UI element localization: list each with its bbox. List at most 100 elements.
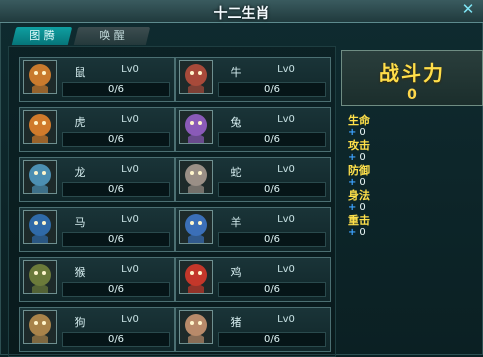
window-title: 十二生肖 bbox=[213, 6, 270, 22]
stat-item: 生命 +0 bbox=[348, 114, 468, 139]
zodiac-name: 羊 bbox=[230, 216, 242, 229]
progress-text: 0/6 bbox=[263, 84, 281, 95]
close-icon[interactable]: ✕ bbox=[461, 2, 475, 17]
progress-bar: 0/6 bbox=[62, 182, 170, 197]
zodiac-name: 龙 bbox=[74, 166, 86, 179]
stat-value-row: +0 bbox=[348, 227, 468, 239]
zodiac-level: Lv0 bbox=[277, 314, 295, 325]
zodiac-card[interactable]: 羊 Lv0 0/6 bbox=[175, 207, 331, 252]
progress-bar: 0/6 bbox=[218, 132, 326, 147]
zodiac-name: 兔 bbox=[230, 116, 242, 129]
zodiac-level: Lv0 bbox=[121, 264, 139, 275]
stat-value: 0 bbox=[359, 202, 366, 213]
zodiac-level: Lv0 bbox=[277, 164, 295, 175]
rooster-portrait-icon bbox=[179, 260, 213, 294]
zodiac-card[interactable]: 狗 Lv0 0/6 bbox=[19, 307, 175, 352]
tab-awaken[interactable]: 唤 醒 bbox=[73, 27, 151, 45]
zodiac-window: 十二生肖 ✕ 图 腾 唤 醒 鼠 Lv0 0/6 牛 Lv0 0/6 虎 Lv0 0/6 兔 Lv0… bbox=[0, 0, 483, 357]
progress-text: 0/6 bbox=[263, 284, 281, 295]
zodiac-card[interactable]: 鼠 Lv0 0/6 bbox=[19, 57, 175, 102]
zodiac-level: Lv0 bbox=[277, 114, 295, 125]
stat-value: 0 bbox=[359, 152, 366, 163]
progress-bar: 0/6 bbox=[218, 182, 326, 197]
progress-bar: 0/6 bbox=[218, 82, 326, 97]
stat-item: 防御 +0 bbox=[348, 164, 468, 189]
zodiac-level: Lv0 bbox=[277, 214, 295, 225]
zodiac-card[interactable]: 龙 Lv0 0/6 bbox=[19, 157, 175, 202]
dragon-portrait-icon bbox=[23, 160, 57, 194]
combat-power-label: 战斗力 bbox=[379, 61, 445, 85]
stat-list: 生命 +0 攻击 +0 防御 +0 身法 +0 重击 +0 bbox=[348, 114, 468, 239]
ox-portrait-icon bbox=[179, 60, 213, 94]
stat-item: 重击 +0 bbox=[348, 214, 468, 239]
stats-panel: 战斗力 0 生命 +0 攻击 +0 防御 +0 身法 +0 重击 +0 bbox=[341, 46, 483, 355]
rat-portrait-icon bbox=[23, 60, 57, 94]
stat-label: 重击 bbox=[348, 214, 370, 227]
zodiac-name: 虎 bbox=[74, 116, 86, 129]
zodiac-name: 马 bbox=[74, 216, 86, 229]
progress-text: 0/6 bbox=[107, 84, 125, 95]
snake-portrait-icon bbox=[179, 160, 213, 194]
sheep-portrait-icon bbox=[179, 210, 213, 244]
zodiac-card[interactable]: 蛇 Lv0 0/6 bbox=[175, 157, 331, 202]
zodiac-card[interactable]: 鸡 Lv0 0/6 bbox=[175, 257, 331, 302]
zodiac-card[interactable]: 牛 Lv0 0/6 bbox=[175, 57, 331, 102]
progress-text: 0/6 bbox=[107, 134, 125, 145]
zodiac-grid: 鼠 Lv0 0/6 牛 Lv0 0/6 虎 Lv0 0/6 兔 Lv0 0/6 龙 Lv0 0/6 蛇 Lv0 0… bbox=[8, 46, 336, 357]
title-bar: 十二生肖 ✕ bbox=[0, 0, 483, 23]
zodiac-level: Lv0 bbox=[121, 164, 139, 175]
stat-label: 生命 bbox=[348, 114, 370, 127]
zodiac-level: Lv0 bbox=[121, 114, 139, 125]
zodiac-card[interactable]: 兔 Lv0 0/6 bbox=[175, 107, 331, 152]
stat-label: 攻击 bbox=[348, 139, 370, 152]
zodiac-card[interactable]: 猪 Lv0 0/6 bbox=[175, 307, 331, 352]
zodiac-card[interactable]: 猴 Lv0 0/6 bbox=[19, 257, 175, 302]
combat-power-value: 0 bbox=[407, 87, 417, 103]
progress-bar: 0/6 bbox=[62, 132, 170, 147]
progress-text: 0/6 bbox=[107, 184, 125, 195]
stat-value-row: +0 bbox=[348, 152, 468, 164]
progress-bar: 0/6 bbox=[62, 232, 170, 247]
monkey-portrait-icon bbox=[23, 260, 57, 294]
zodiac-card[interactable]: 虎 Lv0 0/6 bbox=[19, 107, 175, 152]
zodiac-name: 蛇 bbox=[230, 166, 242, 179]
rabbit-portrait-icon bbox=[179, 110, 213, 144]
progress-text: 0/6 bbox=[107, 234, 125, 245]
stat-value: 0 bbox=[359, 177, 366, 188]
pig-portrait-icon bbox=[179, 310, 213, 344]
progress-bar: 0/6 bbox=[218, 282, 326, 297]
plus-icon: + bbox=[348, 227, 357, 238]
tab-bar: 图 腾 唤 醒 bbox=[6, 27, 483, 45]
progress-text: 0/6 bbox=[107, 334, 125, 345]
zodiac-level: Lv0 bbox=[121, 64, 139, 75]
zodiac-level: Lv0 bbox=[277, 64, 295, 75]
stat-value: 0 bbox=[359, 127, 366, 138]
progress-bar: 0/6 bbox=[62, 282, 170, 297]
tiger-portrait-icon bbox=[23, 110, 57, 144]
stat-value-row: +0 bbox=[348, 177, 468, 189]
tab-totem[interactable]: 图 腾 bbox=[11, 27, 73, 45]
zodiac-level: Lv0 bbox=[121, 314, 139, 325]
zodiac-name: 鸡 bbox=[230, 266, 242, 279]
progress-text: 0/6 bbox=[263, 334, 281, 345]
stat-value: 0 bbox=[359, 227, 366, 238]
progress-text: 0/6 bbox=[263, 134, 281, 145]
stat-label: 身法 bbox=[348, 189, 370, 202]
stat-item: 身法 +0 bbox=[348, 189, 468, 214]
zodiac-card[interactable]: 马 Lv0 0/6 bbox=[19, 207, 175, 252]
progress-bar: 0/6 bbox=[62, 82, 170, 97]
zodiac-name: 猴 bbox=[74, 266, 86, 279]
progress-bar: 0/6 bbox=[218, 332, 326, 347]
progress-text: 0/6 bbox=[263, 234, 281, 245]
horse-portrait-icon bbox=[23, 210, 57, 244]
zodiac-level: Lv0 bbox=[121, 214, 139, 225]
dog-portrait-icon bbox=[23, 310, 57, 344]
progress-bar: 0/6 bbox=[62, 332, 170, 347]
zodiac-name: 鼠 bbox=[74, 66, 86, 79]
stat-value-row: +0 bbox=[348, 127, 468, 139]
plus-icon: + bbox=[348, 127, 357, 138]
stat-item: 攻击 +0 bbox=[348, 139, 468, 164]
zodiac-level: Lv0 bbox=[277, 264, 295, 275]
progress-bar: 0/6 bbox=[218, 232, 326, 247]
stat-label: 防御 bbox=[348, 164, 370, 177]
